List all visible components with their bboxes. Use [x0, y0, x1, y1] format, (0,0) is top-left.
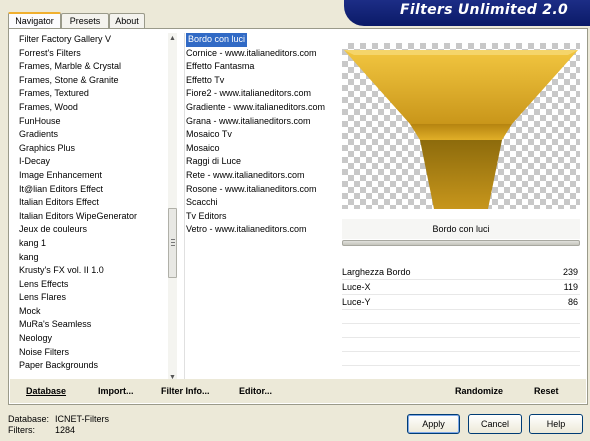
filters-label: Filters: [8, 425, 35, 435]
category-item[interactable]: Gradients [18, 128, 166, 142]
category-item[interactable]: It@lian Editors Effect [18, 183, 166, 197]
database-button[interactable]: Database [26, 379, 66, 403]
category-item[interactable]: Lens Effects [18, 278, 166, 292]
filter-item[interactable]: Effetto Tv [186, 74, 344, 88]
editor-button[interactable]: Editor... [239, 379, 272, 403]
tab-about[interactable]: About [109, 13, 145, 29]
filter-item[interactable]: Cornice - www.italianeditors.com [186, 47, 344, 61]
app-title: Filters Unlimited 2.0 [400, 2, 568, 18]
category-item[interactable]: Frames, Stone & Granite [18, 74, 166, 88]
slider-luce-x[interactable]: Luce-X 119 [342, 280, 580, 295]
category-item[interactable]: Frames, Wood [18, 101, 166, 115]
category-item[interactable]: kang 1 [18, 237, 166, 251]
scrollbar-thumb[interactable] [168, 208, 177, 278]
filter-item[interactable]: Tv Editors [186, 210, 344, 224]
slider-label: Luce-Y [342, 297, 371, 307]
preview-image [344, 50, 578, 209]
category-item[interactable]: Frames, Textured [18, 87, 166, 101]
help-button[interactable]: Help [529, 414, 583, 434]
database-value: ICNET-Filters [55, 414, 109, 424]
category-item[interactable]: Jeux de couleurs [18, 223, 166, 237]
database-info: Database: ICNET-Filters [8, 414, 109, 424]
filter-item[interactable]: Rosone - www.italianeditors.com [186, 183, 344, 197]
category-item[interactable]: Lens Flares [18, 291, 166, 305]
category-item[interactable]: Neology [18, 332, 166, 346]
cancel-button[interactable]: Cancel [468, 414, 522, 434]
category-item[interactable]: FunHouse [18, 115, 166, 129]
category-item[interactable]: Noise Filters [18, 346, 166, 360]
filter-info-button[interactable]: Filter Info... [161, 379, 210, 403]
category-item[interactable]: Krusty's FX vol. II 1.0 [18, 264, 166, 278]
filter-item[interactable]: Bordo con luci [186, 33, 344, 47]
filter-item[interactable]: Raggi di Luce [186, 155, 344, 169]
app-logo: Filters Unlimited 2.0 [344, 0, 590, 26]
empty-slider-row [342, 338, 580, 352]
slider-larghezza-bordo[interactable]: Larghezza Bordo 239 [342, 265, 580, 280]
import-button[interactable]: Import... [98, 379, 134, 403]
apply-button[interactable]: Apply [407, 414, 460, 434]
slider-value: 239 [562, 267, 578, 277]
reset-button[interactable]: Reset [534, 379, 559, 403]
filter-preview [342, 43, 580, 209]
randomize-button[interactable]: Randomize [455, 379, 503, 403]
parameter-sliders: Larghezza Bordo 239 Luce-X 119 Luce-Y 86 [342, 265, 580, 366]
tab-presets[interactable]: Presets [61, 13, 109, 29]
category-item[interactable]: I-Decay [18, 155, 166, 169]
scroll-up-icon[interactable]: ▲ [168, 33, 177, 44]
filter-item[interactable]: Mosaico Tv [186, 128, 344, 142]
filters-count: 1284 [55, 425, 76, 435]
category-item[interactable]: Italian Editors WipeGenerator [18, 210, 166, 224]
filter-item[interactable]: Vetro - www.italianeditors.com [186, 223, 344, 237]
filters-info: Filters: 1284 [8, 425, 75, 435]
slider-value: 119 [563, 282, 578, 292]
selected-filter-name: Bordo con luci [342, 219, 580, 239]
filter-list[interactable]: Bordo con luci Cornice - www.italianedito… [184, 33, 344, 383]
panel-button-bar: Database Import... Filter Info... Editor… [10, 379, 586, 403]
slider-value: 86 [567, 297, 578, 307]
filter-item[interactable]: Mosaico [186, 142, 344, 156]
slider-label: Larghezza Bordo [342, 267, 411, 277]
category-item[interactable]: Filter Factory Gallery V [18, 33, 166, 47]
category-item[interactable]: Paper Backgrounds [18, 359, 166, 373]
category-item[interactable]: Frames, Marble & Crystal [18, 60, 166, 74]
empty-slider-row [342, 324, 580, 338]
slider-label: Luce-X [342, 282, 371, 292]
category-item[interactable]: MuRa's Seamless [18, 318, 166, 332]
category-item[interactable]: Image Enhancement [18, 169, 166, 183]
category-list[interactable]: Filter Factory Gallery V Forrest's Filter… [18, 33, 166, 383]
database-label: Database: [8, 414, 50, 424]
category-item[interactable]: Graphics Plus [18, 142, 166, 156]
filter-item[interactable]: Effetto Fantasma [186, 60, 344, 74]
category-item[interactable]: Forrest's Filters [18, 47, 166, 61]
category-item[interactable]: kang [18, 251, 166, 265]
filter-item-label: Bordo con luci [186, 33, 248, 47]
category-item[interactable]: Italian Editors Effect [18, 196, 166, 210]
slider-luce-y[interactable]: Luce-Y 86 [342, 295, 580, 310]
navigator-panel: Filter Factory Gallery V Forrest's Filter… [8, 28, 588, 405]
filter-item[interactable]: Scacchi [186, 196, 344, 210]
filter-item[interactable]: Rete - www.italianeditors.com [186, 169, 344, 183]
preview-separator [342, 240, 580, 246]
category-item[interactable]: Mock [18, 305, 166, 319]
empty-slider-row [342, 352, 580, 366]
empty-slider-row [342, 310, 580, 324]
category-scrollbar[interactable]: ▲ ▼ [168, 33, 177, 383]
filter-item[interactable]: Grana - www.italianeditors.com [186, 115, 344, 129]
filter-item[interactable]: Fiore2 - www.italianeditors.com [186, 87, 344, 101]
filter-item[interactable]: Gradiente - www.italianeditors.com [186, 101, 344, 115]
